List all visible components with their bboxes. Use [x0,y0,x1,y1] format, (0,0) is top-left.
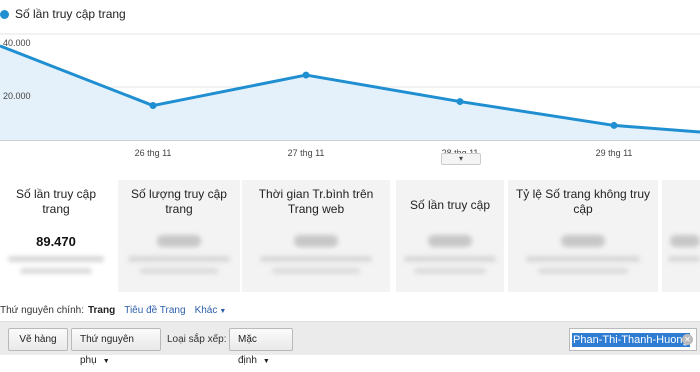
sort-type-label: Loại sắp xếp: [167,334,227,345]
metric-subtext [140,268,218,274]
metric-subtext [404,256,496,262]
metric-subtext [526,256,640,262]
metric-title: Số lần truy cập [409,198,491,212]
metric-subtext [20,268,92,274]
metric-subtext [668,256,700,262]
metric-card-unique-pageviews[interactable]: Số lượng truy cập trang [118,180,240,292]
metric-subtext [272,268,360,274]
metric-cards: Số lần truy cập trang 89.470 Số lượng tr… [0,180,700,292]
sort-type-dropdown[interactable]: Mặc định ▼ [229,328,293,366]
legend-label: Số lần truy cập trang [15,7,126,21]
primary-dimension-bar: Thứ nguyên chính: Trang Tiêu đề Trang Khác ▼ [0,305,235,316]
x-tick-label: 27 thg 11 [288,148,325,158]
metric-title: Thời gian Tr.bình trên Trang web [258,187,374,216]
x-tick-label: 26 thg 11 [135,148,172,158]
metric-title: Tỷ lệ Số trang không truy cập [515,187,651,216]
metric-value-blurred [294,235,338,247]
collapse-chart-button[interactable]: ▾ [441,153,481,165]
metric-value-blurred [561,235,605,247]
metric-card-pageviews[interactable]: Số lần truy cập trang 89.470 [0,180,112,292]
secondary-dimension-dropdown[interactable]: Thứ nguyên phụ ▼ [71,328,161,366]
data-point [302,71,310,79]
metric-card-partial[interactable] [662,180,700,292]
data-point [149,102,157,110]
line-chart: 40.00020.00026 thg 1127 thg 1128 thg 112… [0,33,700,158]
chevron-down-icon: ▼ [262,358,270,365]
metric-subtext [128,256,230,262]
metric-value-blurred [157,235,201,247]
primary-dimension-label: Thứ nguyên chính: [0,305,84,316]
legend-dot-icon [0,10,9,19]
clear-search-icon[interactable]: ✕ [682,334,693,345]
metric-subtext [538,268,628,274]
search-input-value: Phan-Thi-Thanh-Huong [572,333,690,347]
data-point [456,98,464,106]
metric-card-avg-time[interactable]: Thời gian Tr.bình trên Trang web [242,180,390,292]
series-area [0,45,700,140]
dimension-link-other-label: Khác [194,305,218,316]
chart-legend: Số lần truy cập trang [0,7,126,21]
metric-subtext [8,256,104,262]
metric-value: 89.470 [36,234,76,249]
metric-title: Số lần truy cập trang [15,187,97,216]
metric-card-entrances[interactable]: Số lần truy cập [396,180,504,292]
dimension-link-other[interactable]: Khác ▼ [195,305,227,316]
chevron-down-icon: ▼ [102,358,110,365]
dimension-link-page-title[interactable]: Tiêu đề Trang [124,305,185,316]
table-search-input[interactable]: Phan-Thi-Thanh-Huong ✕ [569,328,697,351]
table-toolbar: Vẽ hàng Thứ nguyên phụ ▼ Loại sắp xếp: Mặ… [0,321,700,366]
data-point [610,121,618,129]
y-tick-label: 40.000 [3,38,31,48]
y-tick-label: 20.000 [3,91,31,101]
metric-value-blurred [428,235,472,247]
metric-value-blurred [670,235,700,247]
primary-dimension-current: Trang [87,305,116,316]
sort-type-value: Mặc định [238,334,257,366]
plot-rows-button[interactable]: Vẽ hàng [8,328,68,351]
chevron-down-icon: ▼ [219,308,227,315]
metric-subtext [414,268,486,274]
metric-title: Số lượng truy cập trang [131,187,227,216]
metric-subtext [260,256,372,262]
metric-card-bounce-rate[interactable]: Tỷ lệ Số trang không truy cập [508,180,658,292]
x-tick-label: 29 thg 11 [596,148,633,158]
